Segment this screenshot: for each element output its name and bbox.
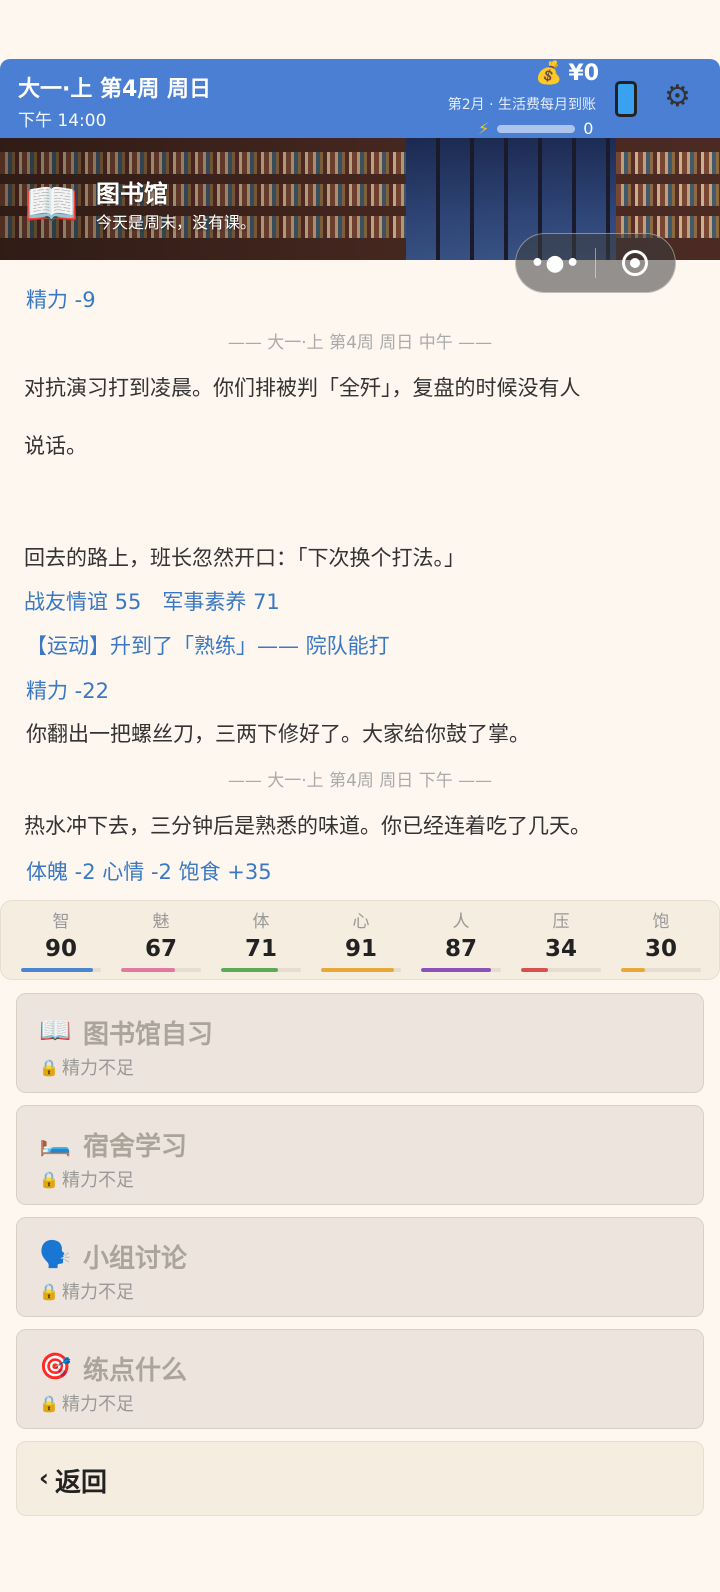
top-status-bar: 大一·上 第4周 周日 下午 14:00 💰 ¥0 第2月 · 生活费每月到账 … (0, 59, 720, 138)
log-stat-change: 精力 -22 (26, 679, 109, 703)
stat-value: 71 (244, 936, 277, 962)
lock-icon: 🔒 (39, 1282, 59, 1301)
bed-icon: 🛏️ (39, 1128, 72, 1158)
log-divider: —— 大一·上 第4周 周日 中午 —— (227, 333, 493, 353)
log-paragraph: 回去的路上，班长忽然开口：「下次换个打法。」 (24, 546, 465, 570)
chevron-left-icon: ‹ (39, 1464, 49, 1492)
action-practice[interactable]: 🎯 练点什么 🔒 精力不足 (16, 1329, 704, 1429)
stats-bar: 智 90 魅 67 体 71 心 91 人 87 压 34 饱 30 (0, 900, 720, 980)
money-display: 💰 ¥0 (535, 61, 599, 86)
stat-value: 91 (344, 936, 377, 962)
open-book-icon: 📖 (39, 1016, 72, 1046)
energy-value: 0 (583, 119, 594, 138)
action-label: 图书馆自习 (83, 1020, 214, 1050)
log-skill-up: 【运动】升到了「熟练」—— 院队能打 (26, 634, 390, 658)
log-divider: —— 大一·上 第4周 周日 下午 —— (227, 771, 493, 791)
stat-value: 34 (544, 936, 577, 962)
stat-label: 心 (352, 912, 370, 932)
event-log[interactable]: 精力 -9 —— 大一·上 第4周 周日 中午 —— 对抗演习打到凌晨。你们排被… (0, 260, 720, 900)
stat-item: 心 91 (321, 901, 401, 972)
stat-bar-fill (321, 968, 394, 972)
stat-item: 魅 67 (121, 901, 201, 972)
stat-item: 饱 30 (621, 901, 701, 972)
location-subtitle: 今天是周末，没有课。 (96, 213, 257, 232)
log-paragraph: 对抗演习打到凌晨。你们排被判「全歼」，复盘的时候没有人 (24, 376, 581, 400)
stat-label: 智 (52, 912, 70, 932)
stat-bar (21, 968, 101, 972)
log-paragraph: 热水冲下去，三分钟后是熟悉的味道。你已经连着吃了几天。 (24, 814, 591, 838)
stat-bar (221, 968, 301, 972)
action-disabled-reason: 精力不足 (62, 1282, 134, 1303)
stat-label: 压 (552, 912, 570, 932)
lightning-icon: ⚡ (478, 119, 490, 138)
stat-bar-fill (221, 968, 278, 972)
log-stat-change: 体魄 -2 心情 -2 饱食 +35 (26, 860, 272, 884)
phone-icon[interactable] (615, 81, 637, 117)
month-info: 第2月 · 生活费每月到账 (447, 97, 596, 113)
stat-bar (121, 968, 201, 972)
stat-label: 体 (252, 912, 270, 932)
stat-bar-fill (421, 968, 491, 972)
log-stat-change: 精力 -9 (26, 288, 96, 312)
gear-icon[interactable]: ⚙ (664, 79, 691, 114)
stat-bar-fill (621, 968, 645, 972)
energy-meter: ⚡ 0 (478, 119, 593, 138)
time-label: 下午 14:00 (18, 111, 107, 131)
stat-bar (321, 968, 401, 972)
book-icon: 📖 (24, 179, 79, 230)
lock-icon: 🔒 (39, 1170, 59, 1189)
date-title: 大一·上 第4周 周日 (18, 77, 211, 102)
action-dorm-study[interactable]: 🛏️ 宿舍学习 🔒 精力不足 (16, 1105, 704, 1205)
stat-bar (521, 968, 601, 972)
action-label: 练点什么 (83, 1356, 188, 1386)
location-name: 图书馆 (96, 180, 168, 208)
stat-bar (621, 968, 701, 972)
stat-bar (421, 968, 501, 972)
lock-icon: 🔒 (39, 1058, 59, 1077)
energy-bar (497, 124, 576, 133)
stat-label: 魅 (152, 912, 170, 932)
back-button[interactable]: ‹ 返回 (16, 1441, 704, 1516)
money-value: ¥0 (568, 61, 600, 86)
stat-item: 智 90 (21, 901, 101, 972)
stat-item: 压 34 (521, 901, 601, 972)
stat-value: 67 (144, 936, 177, 962)
action-label: 小组讨论 (83, 1244, 188, 1274)
stat-item: 人 87 (421, 901, 501, 972)
action-disabled-reason: 精力不足 (62, 1170, 134, 1191)
stat-value: 30 (644, 936, 677, 962)
stat-bar-fill (21, 968, 93, 972)
money-bag-icon: 💰 (535, 61, 563, 86)
target-icon: 🎯 (39, 1352, 72, 1382)
back-label: 返回 (55, 1468, 108, 1498)
stat-bar-fill (521, 968, 549, 972)
stat-label: 饱 (652, 912, 670, 932)
action-disabled-reason: 精力不足 (62, 1058, 134, 1079)
action-label: 宿舍学习 (83, 1132, 188, 1162)
action-library-study[interactable]: 📖 图书馆自习 🔒 精力不足 (16, 993, 704, 1093)
stat-value: 87 (444, 936, 477, 962)
stat-bar-fill (121, 968, 175, 972)
speaking-head-icon: 🗣️ (39, 1240, 72, 1270)
action-group-discussion[interactable]: 🗣️ 小组讨论 🔒 精力不足 (16, 1217, 704, 1317)
action-disabled-reason: 精力不足 (62, 1394, 134, 1415)
log-paragraph: 说话。 (24, 434, 87, 458)
stat-item: 体 71 (221, 901, 301, 972)
lock-icon: 🔒 (39, 1394, 59, 1413)
log-stat-change: 战友情谊 55 军事素养 71 (24, 590, 280, 614)
stat-label: 人 (452, 912, 470, 932)
stat-value: 90 (44, 936, 77, 962)
log-paragraph: 你翻出一把螺丝刀，三两下修好了。大家给你鼓了掌。 (26, 722, 530, 746)
